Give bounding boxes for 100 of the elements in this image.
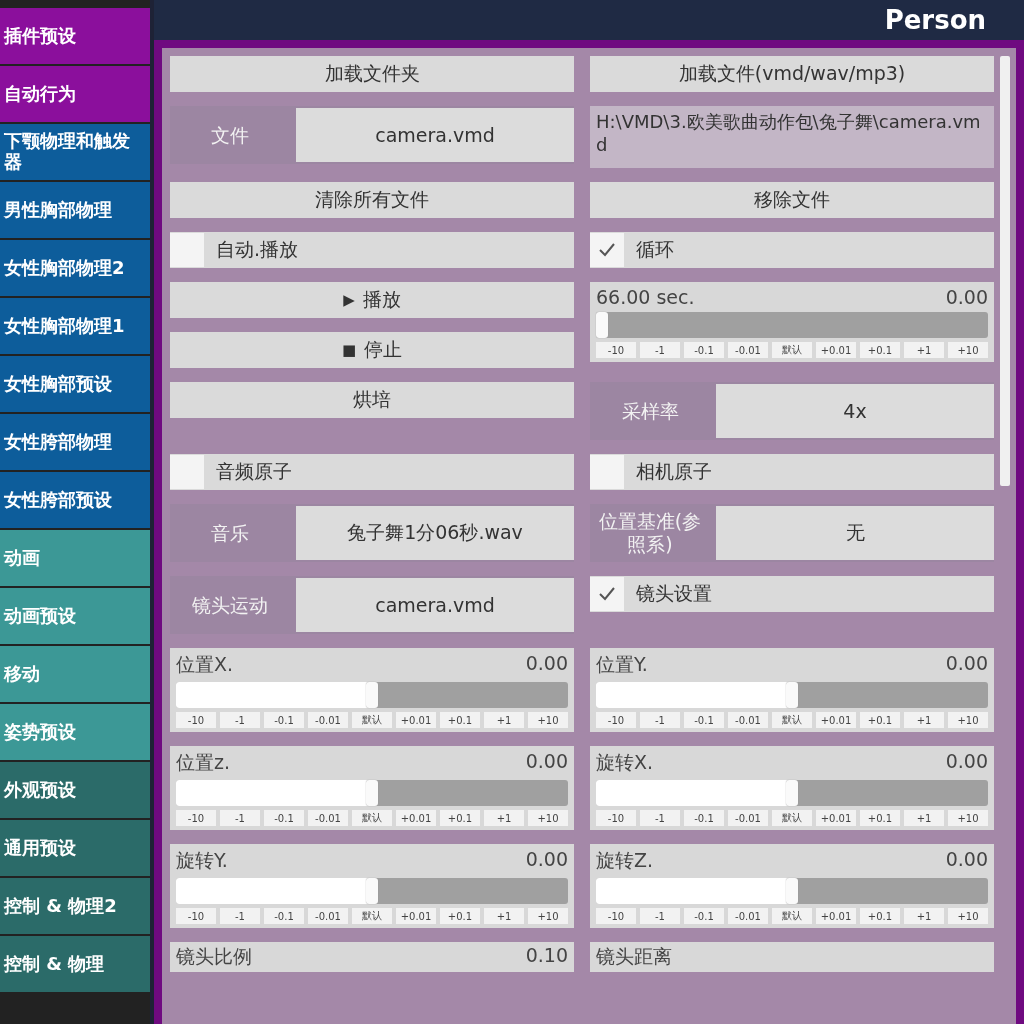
- value-field[interactable]: camera.vmd: [296, 578, 574, 632]
- step-button[interactable]: -1: [640, 342, 680, 358]
- step-button[interactable]: -0.01: [308, 908, 348, 924]
- sidebar-item[interactable]: 女性胸部预设: [0, 356, 150, 412]
- step-button[interactable]: -10: [176, 810, 216, 826]
- step-button[interactable]: -0.01: [308, 712, 348, 728]
- step-button[interactable]: +0.1: [860, 810, 900, 826]
- action-button[interactable]: ■ 停止: [170, 332, 574, 368]
- action-button[interactable]: 烘培: [170, 382, 574, 418]
- step-button[interactable]: -10: [596, 810, 636, 826]
- action-button[interactable]: 加载文件夹: [170, 56, 574, 92]
- step-button[interactable]: +10: [948, 810, 988, 826]
- sidebar-item[interactable]: 自动行为: [0, 66, 150, 122]
- step-button[interactable]: +10: [948, 342, 988, 358]
- step-button[interactable]: -0.1: [684, 342, 724, 358]
- sidebar-item[interactable]: 下颚物理和触发器: [0, 124, 150, 180]
- value-field[interactable]: 兔子舞1分06秒.wav: [296, 506, 574, 560]
- step-button[interactable]: +1: [904, 908, 944, 924]
- step-button[interactable]: +0.01: [816, 908, 856, 924]
- sidebar-item[interactable]: 通用预设: [0, 820, 150, 876]
- step-button[interactable]: 默认: [772, 810, 812, 826]
- value-field[interactable]: 无: [716, 506, 994, 560]
- step-button[interactable]: -0.01: [308, 810, 348, 826]
- step-button[interactable]: +10: [528, 908, 568, 924]
- step-button[interactable]: -1: [220, 810, 260, 826]
- step-button[interactable]: +1: [484, 810, 524, 826]
- step-button[interactable]: -0.01: [728, 810, 768, 826]
- step-button[interactable]: +0.1: [440, 712, 480, 728]
- step-button[interactable]: +1: [904, 810, 944, 826]
- step-button[interactable]: +0.1: [440, 908, 480, 924]
- step-button[interactable]: +1: [904, 342, 944, 358]
- checkbox-row[interactable]: 镜头设置: [590, 576, 994, 612]
- step-button[interactable]: -0.1: [264, 810, 304, 826]
- step-button[interactable]: +0.1: [860, 908, 900, 924]
- step-button[interactable]: -0.1: [264, 908, 304, 924]
- step-button[interactable]: +10: [948, 908, 988, 924]
- step-button[interactable]: +10: [948, 712, 988, 728]
- checkbox-row[interactable]: 相机原子: [590, 454, 994, 490]
- step-button[interactable]: -10: [596, 712, 636, 728]
- step-button[interactable]: +0.1: [860, 712, 900, 728]
- slider-track[interactable]: [596, 682, 988, 708]
- slider-track[interactable]: [176, 878, 568, 904]
- step-button[interactable]: 默认: [772, 908, 812, 924]
- sidebar-item[interactable]: 女性胯部物理: [0, 414, 150, 470]
- step-button[interactable]: -0.1: [684, 712, 724, 728]
- value-field[interactable]: 4x: [716, 384, 994, 438]
- step-button[interactable]: 默认: [352, 712, 392, 728]
- action-button[interactable]: ▶ 播放: [170, 282, 574, 318]
- step-button[interactable]: +10: [528, 712, 568, 728]
- checkbox[interactable]: [590, 455, 624, 489]
- slider-track[interactable]: [596, 312, 988, 338]
- step-button[interactable]: 默认: [772, 712, 812, 728]
- slider-thumb[interactable]: [786, 780, 798, 806]
- step-button[interactable]: +0.01: [396, 810, 436, 826]
- step-button[interactable]: -0.1: [684, 810, 724, 826]
- step-button[interactable]: -10: [596, 908, 636, 924]
- step-button[interactable]: +0.01: [396, 712, 436, 728]
- step-button[interactable]: -0.01: [728, 908, 768, 924]
- step-button[interactable]: +0.1: [440, 810, 480, 826]
- step-button[interactable]: -10: [176, 908, 216, 924]
- scrollbar[interactable]: [1000, 56, 1010, 486]
- sidebar-item[interactable]: 男性胸部物理: [0, 182, 150, 238]
- step-button[interactable]: +1: [484, 908, 524, 924]
- step-button[interactable]: -1: [220, 908, 260, 924]
- slider-track[interactable]: [176, 682, 568, 708]
- step-button[interactable]: 默认: [772, 342, 812, 358]
- step-button[interactable]: -0.01: [728, 712, 768, 728]
- step-button[interactable]: -10: [176, 712, 216, 728]
- slider-thumb[interactable]: [596, 312, 608, 338]
- slider-thumb[interactable]: [366, 780, 378, 806]
- action-button[interactable]: 加载文件(vmd/wav/mp3): [590, 56, 994, 92]
- value-field[interactable]: camera.vmd: [296, 108, 574, 162]
- sidebar-item[interactable]: 女性胸部物理2: [0, 240, 150, 296]
- checkbox[interactable]: [590, 577, 624, 611]
- step-button[interactable]: -0.1: [264, 712, 304, 728]
- action-button[interactable]: 移除文件: [590, 182, 994, 218]
- step-button[interactable]: -1: [640, 810, 680, 826]
- slider-track[interactable]: [176, 780, 568, 806]
- step-button[interactable]: -0.1: [684, 908, 724, 924]
- step-button[interactable]: -1: [640, 908, 680, 924]
- slider-track[interactable]: [596, 878, 988, 904]
- slider-track[interactable]: [596, 780, 988, 806]
- sidebar-item[interactable]: 外观预设: [0, 762, 150, 818]
- step-button[interactable]: 默认: [352, 810, 392, 826]
- step-button[interactable]: -10: [596, 342, 636, 358]
- checkbox-row[interactable]: 循环: [590, 232, 994, 268]
- slider-thumb[interactable]: [366, 682, 378, 708]
- step-button[interactable]: -1: [220, 712, 260, 728]
- step-button[interactable]: +0.1: [860, 342, 900, 358]
- step-button[interactable]: 默认: [352, 908, 392, 924]
- sidebar-item[interactable]: 控制 & 物理: [0, 936, 150, 992]
- step-button[interactable]: +1: [904, 712, 944, 728]
- checkbox[interactable]: [170, 233, 204, 267]
- slider-thumb[interactable]: [786, 878, 798, 904]
- checkbox-row[interactable]: 自动.播放: [170, 232, 574, 268]
- step-button[interactable]: -0.01: [728, 342, 768, 358]
- step-button[interactable]: +0.01: [816, 810, 856, 826]
- action-button[interactable]: 清除所有文件: [170, 182, 574, 218]
- sidebar-item[interactable]: 插件预设: [0, 8, 150, 64]
- slider-thumb[interactable]: [786, 682, 798, 708]
